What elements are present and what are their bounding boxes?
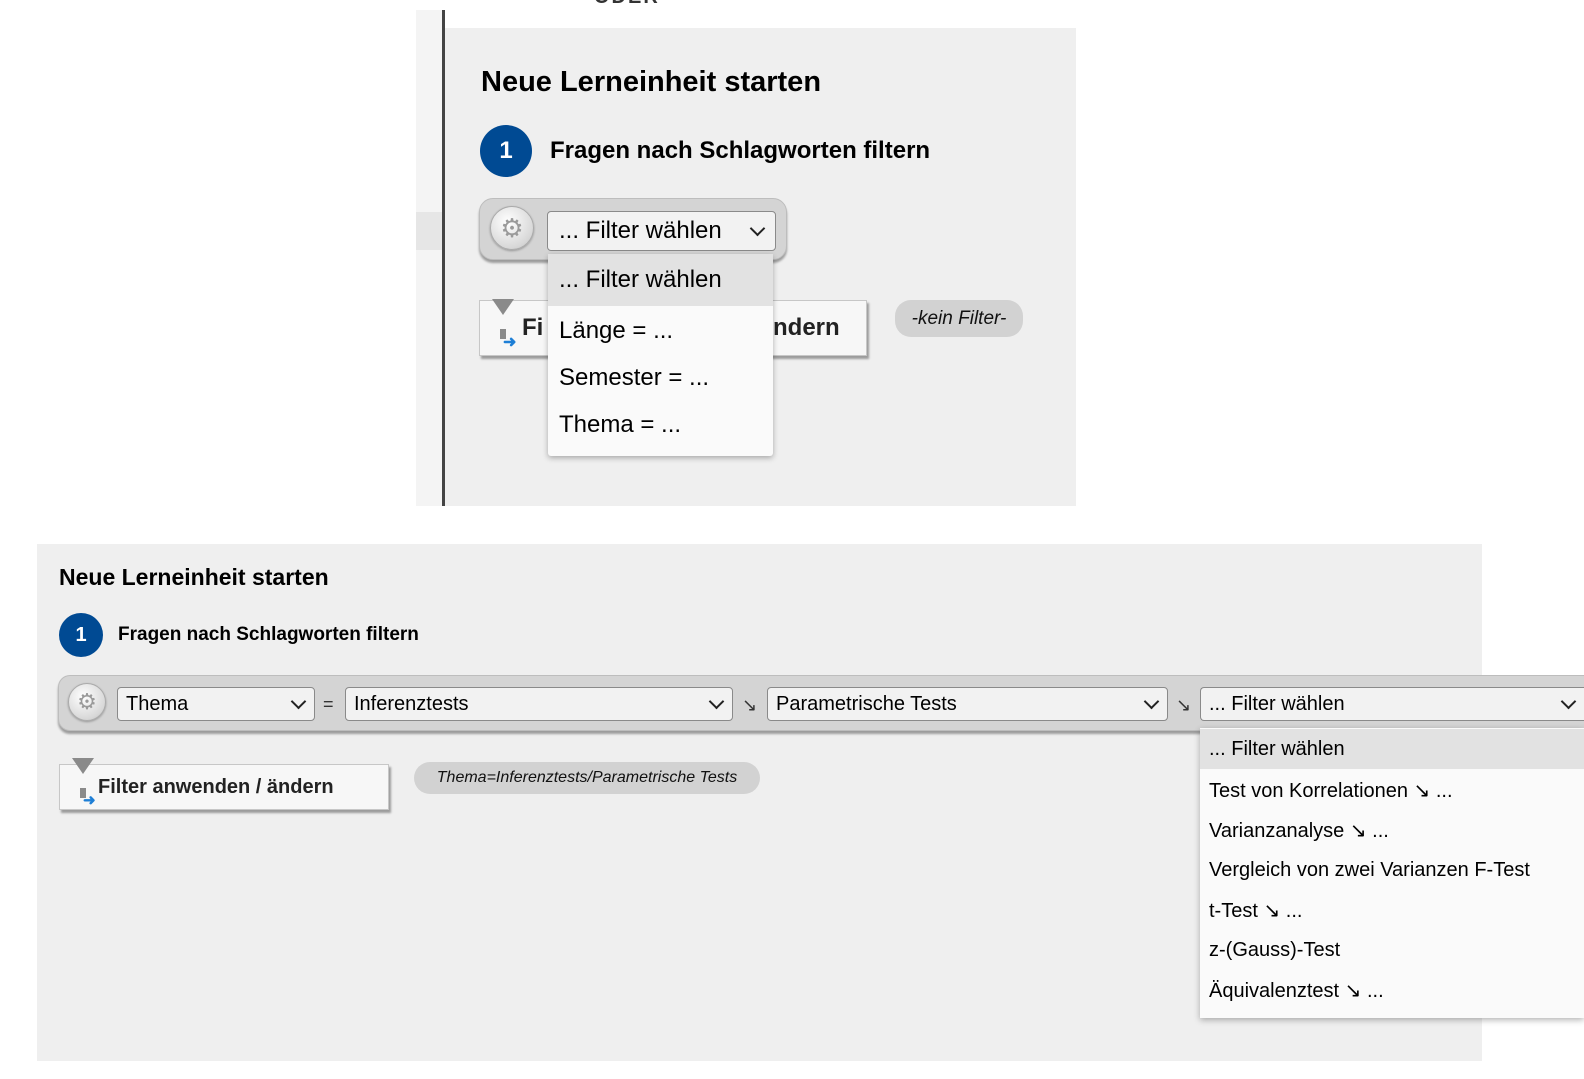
- chevron-down-icon: [708, 693, 725, 710]
- level-arrow: ↘: [742, 695, 758, 715]
- left-sidebar-strip: [416, 10, 445, 506]
- step-badge: 1: [59, 613, 103, 657]
- filter-dropdown-menu: ... Filter wählen Test von Korrelationen…: [1200, 728, 1584, 1018]
- step-label: Fragen nach Schlagworten filtern: [118, 624, 419, 645]
- dropdown-option[interactable]: ... Filter wählen: [1200, 729, 1584, 769]
- filter-status-badge: -kein Filter-: [895, 300, 1023, 337]
- filter-select-3[interactable]: Parametrische Tests: [767, 687, 1168, 721]
- filter-dropdown-menu: ... Filter wählen Länge = ... Semester =…: [548, 254, 773, 456]
- dropdown-option[interactable]: Äquivalenztest ↘ ...: [1200, 970, 1584, 1010]
- funnel-icon: ➜: [72, 758, 96, 809]
- funnel-icon: ➜: [492, 299, 516, 351]
- apply-button-label-start: Fi: [522, 314, 544, 341]
- dropdown-option[interactable]: Vergleich von zwei Varianzen F-Test: [1200, 850, 1584, 890]
- filter-select-1[interactable]: Thema: [117, 687, 315, 721]
- step-label: Fragen nach Schlagworten filtern: [550, 137, 931, 164]
- apply-button-label-end: ndern: [773, 314, 840, 341]
- filter-select-2[interactable]: Inferenztests: [345, 687, 733, 721]
- chevron-down-icon: [290, 693, 307, 710]
- top-screenshot: ODER Neue Lerneinheit starten 1 Fragen n…: [416, 0, 1076, 506]
- bottom-screenshot: Neue Lerneinheit starten 1 Fragen nach S…: [37, 544, 1584, 1061]
- filter-select-1-value: Thema: [126, 692, 189, 715]
- gear-icon[interactable]: ⚙: [490, 206, 534, 250]
- level-arrow: ↘: [1176, 695, 1192, 715]
- dropdown-option[interactable]: Länge = ...: [548, 307, 773, 355]
- step-badge: 1: [480, 125, 532, 177]
- filter-select-3-value: Parametrische Tests: [776, 692, 957, 715]
- chevron-down-icon: [1560, 693, 1577, 710]
- dropdown-option[interactable]: ... Filter wählen: [548, 254, 773, 306]
- dropdown-option[interactable]: z-(Gauss)-Test: [1200, 930, 1584, 970]
- apply-button-label: Filter anwenden / ändern: [98, 775, 334, 798]
- dropdown-option[interactable]: Test von Korrelationen ↘ ...: [1200, 770, 1584, 810]
- filter-select-4[interactable]: ... Filter wählen: [1200, 687, 1584, 721]
- filter-select-2-value: Inferenztests: [354, 692, 469, 715]
- dropdown-option[interactable]: Thema = ...: [548, 401, 773, 449]
- gear-icon[interactable]: ⚙: [68, 683, 106, 721]
- filter-status-badge: Thema=Inferenztests/Parametrische Tests: [414, 762, 760, 794]
- cut-off-label: ODER: [594, 0, 660, 8]
- chevron-down-icon: [1143, 693, 1160, 710]
- page-title: Neue Lerneinheit starten: [59, 564, 329, 590]
- dropdown-option[interactable]: t-Test ↘ ...: [1200, 890, 1584, 930]
- learning-unit-panel: Neue Lerneinheit starten 1 Fragen nach S…: [445, 28, 1076, 506]
- dropdown-option[interactable]: Varianzanalyse ↘ ...: [1200, 810, 1584, 850]
- page-title: Neue Lerneinheit starten: [481, 66, 822, 98]
- chevron-down-icon: [749, 220, 766, 237]
- filter-select-value: ... Filter wählen: [559, 217, 722, 244]
- equals-sign: =: [323, 694, 334, 714]
- dropdown-option[interactable]: Semester = ...: [548, 354, 773, 402]
- sidebar-notch: [416, 212, 442, 250]
- apply-filter-button[interactable]: ➜ Filter anwenden / ändern: [59, 758, 389, 810]
- filter-select-4-value: ... Filter wählen: [1209, 692, 1345, 715]
- filter-select[interactable]: ... Filter wählen: [547, 211, 776, 251]
